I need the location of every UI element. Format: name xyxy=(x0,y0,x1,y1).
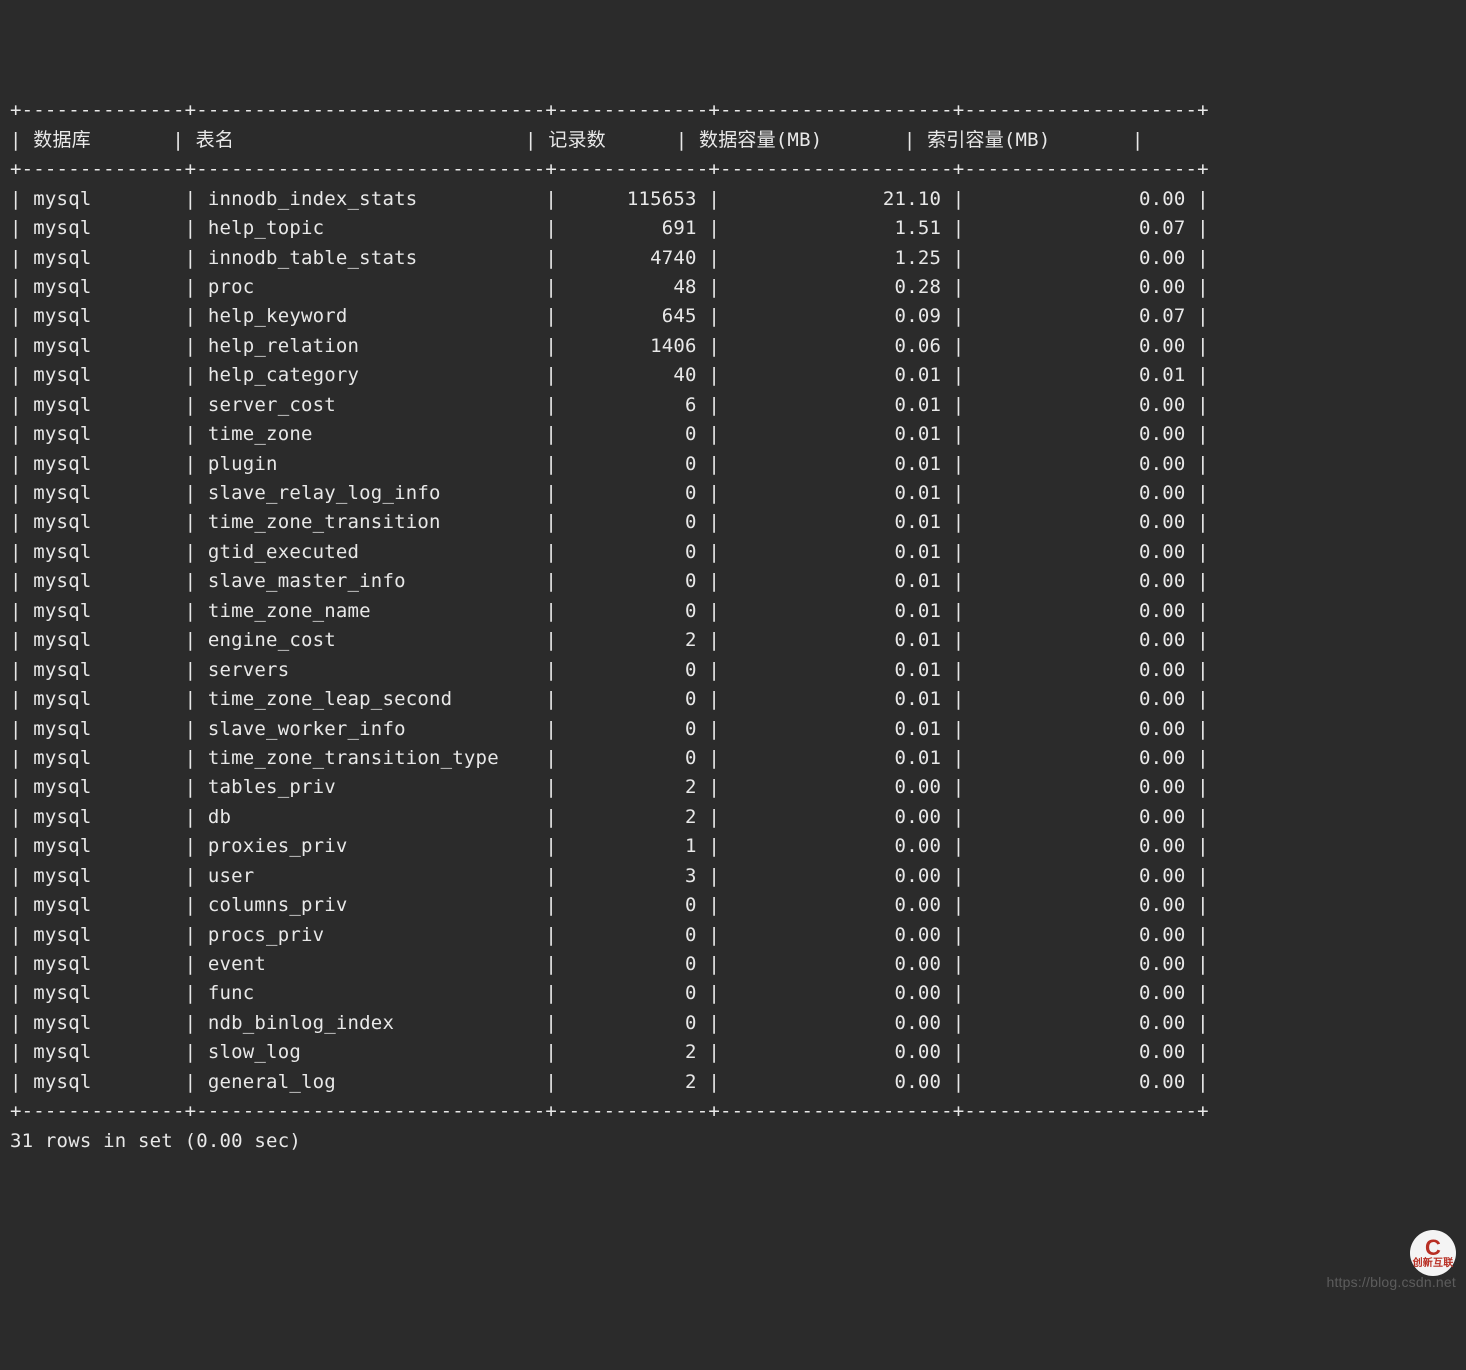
brand-logo: C创新互联 xyxy=(1410,1230,1456,1276)
mysql-result-table: +--------------+------------------------… xyxy=(10,96,1456,1156)
watermark-url: https://blog.csdn.net xyxy=(1326,1272,1456,1294)
